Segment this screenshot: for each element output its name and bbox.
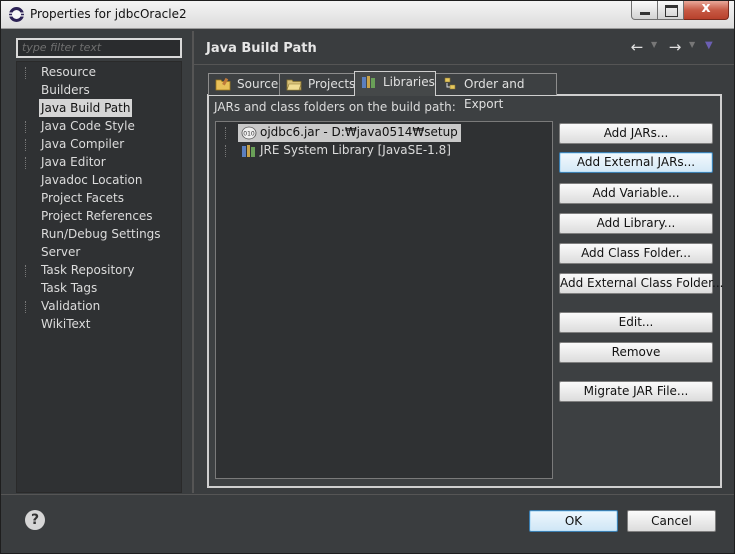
tab-order-export[interactable]: Order and Export: [435, 73, 557, 111]
window-title: Properties for jdbcOracle2: [30, 7, 187, 21]
tree-item-builders[interactable]: Builders: [39, 81, 92, 99]
properties-dialog: Properties for jdbcOracle2 x type filter…: [0, 0, 735, 554]
expander-icon[interactable]: [25, 265, 31, 277]
tree-item-task-tags[interactable]: Task Tags: [39, 279, 99, 297]
cancel-button[interactable]: Cancel: [627, 510, 716, 532]
page-title: Java Build Path: [206, 41, 317, 56]
add-class-folder-button[interactable]: Add Class Folder...: [559, 243, 713, 264]
library-entry-ojdbc6[interactable]: 010 ojdbc6.jar - D:₩java0514₩setup: [238, 124, 461, 142]
tree-item-validation[interactable]: Validation: [39, 297, 102, 315]
library-entry-jre[interactable]: JRE System Library [JavaSE-1.8]: [238, 142, 454, 160]
back-arrow-icon[interactable]: ←: [628, 38, 646, 56]
jar-icon: 010: [241, 126, 257, 140]
filter-input[interactable]: type filter text: [16, 38, 182, 58]
add-variable-button[interactable]: Add Variable...: [559, 183, 713, 204]
tree-item-project-facets[interactable]: Project Facets: [39, 189, 126, 207]
order-export-icon: [444, 77, 456, 90]
library-entry-label: JRE System Library [JavaSE-1.8]: [260, 143, 451, 157]
edit-button[interactable]: Edit...: [559, 312, 713, 333]
minimize-button[interactable]: [631, 1, 658, 20]
maximize-button[interactable]: [658, 1, 684, 20]
add-external-class-folder-button[interactable]: Add External Class Folder...: [559, 273, 723, 294]
property-page-tree[interactable]: Resource Builders Java Build Path Java C…: [16, 61, 182, 493]
tree-item-project-references[interactable]: Project References: [39, 207, 155, 225]
header-divider: [194, 64, 734, 65]
tab-projects[interactable]: Projects: [279, 73, 355, 95]
tree-item-wikitext[interactable]: WikiText: [39, 315, 93, 333]
tree-item-java-editor[interactable]: Java Editor: [39, 153, 108, 171]
tab-libraries[interactable]: Libraries: [354, 71, 436, 96]
help-icon[interactable]: ?: [25, 510, 45, 530]
expander-icon[interactable]: [25, 67, 31, 79]
close-button[interactable]: x: [684, 0, 729, 20]
source-folder-icon: [215, 77, 231, 91]
forward-arrow-icon[interactable]: →: [666, 38, 684, 56]
tree-item-javadoc-location[interactable]: Javadoc Location: [39, 171, 144, 189]
tree-item-java-code-style[interactable]: Java Code Style: [39, 117, 137, 135]
tab-libraries-label: Libraries: [383, 75, 435, 89]
tab-source[interactable]: Source: [208, 73, 280, 95]
tree-item-resource[interactable]: Resource: [39, 63, 98, 81]
migrate-jar-button[interactable]: Migrate JAR File...: [559, 381, 713, 402]
expander-icon[interactable]: [225, 127, 226, 139]
tree-item-run-debug-settings[interactable]: Run/Debug Settings: [39, 225, 163, 243]
remove-button[interactable]: Remove: [559, 342, 713, 363]
tree-item-server[interactable]: Server: [39, 243, 82, 261]
libraries-label: JARs and class folders on the build path…: [214, 100, 456, 114]
ok-button[interactable]: OK: [529, 510, 618, 532]
back-dropdown-icon[interactable]: ▼: [651, 40, 657, 49]
expander-icon[interactable]: [25, 157, 31, 169]
expander-icon[interactable]: [25, 301, 31, 313]
add-jars-button[interactable]: Add JARs...: [559, 123, 713, 144]
expander-icon[interactable]: [225, 145, 226, 157]
expander-icon[interactable]: [25, 139, 31, 151]
library-entry-label: ojdbc6.jar - D:₩java0514₩setup: [260, 125, 458, 139]
library-icon: [242, 145, 255, 157]
tree-item-java-build-path[interactable]: Java Build Path: [39, 99, 133, 117]
libraries-tree[interactable]: 010 ojdbc6.jar - D:₩java0514₩setup JRE S…: [215, 121, 553, 479]
eclipse-icon: [9, 7, 24, 22]
tree-item-java-compiler[interactable]: Java Compiler: [39, 135, 126, 153]
tab-source-label: Source: [237, 77, 279, 91]
svg-text:010: 010: [243, 131, 255, 138]
add-library-button[interactable]: Add Library...: [559, 213, 713, 234]
title-bar[interactable]: Properties for jdbcOracle2 x: [1, 0, 734, 29]
window-controls: x: [631, 0, 729, 21]
forward-dropdown-icon[interactable]: ▼: [689, 40, 695, 49]
expander-icon[interactable]: [25, 121, 31, 133]
footer-divider: [1, 494, 734, 495]
close-icon: x: [701, 0, 711, 16]
projects-folder-icon: [286, 79, 302, 91]
view-menu-icon[interactable]: ▼: [705, 40, 713, 51]
libraries-icon: [362, 76, 375, 88]
add-external-jars-button[interactable]: Add External JARs...: [559, 152, 713, 173]
tree-item-task-repository[interactable]: Task Repository: [39, 261, 137, 279]
tab-projects-label: Projects: [308, 77, 356, 91]
sash[interactable]: [192, 31, 194, 493]
